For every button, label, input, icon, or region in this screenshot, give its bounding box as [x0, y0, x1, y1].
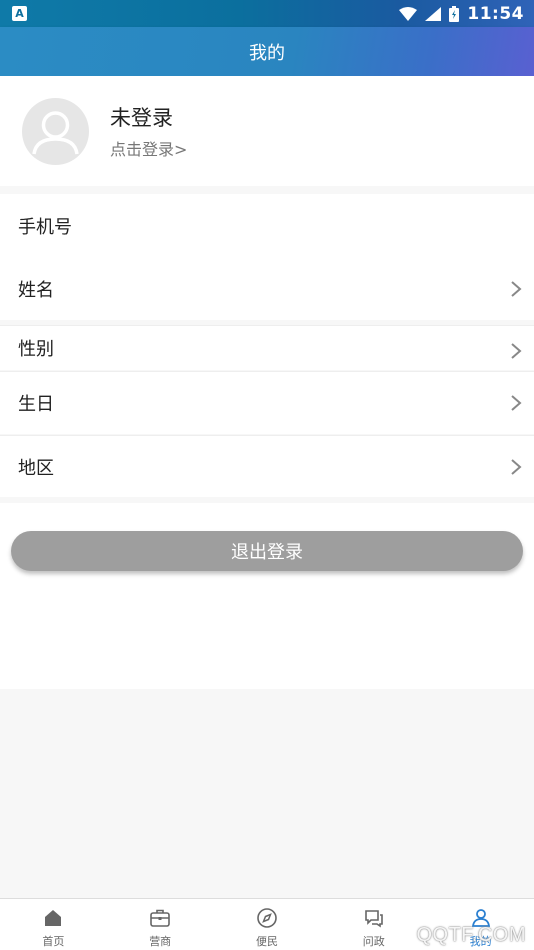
status-icons: 11:54: [399, 4, 524, 24]
battery-icon: [449, 5, 460, 22]
chat-icon: [364, 910, 383, 928]
name-row[interactable]: 姓名: [0, 258, 534, 320]
watermark: QQTF.COM: [416, 924, 526, 946]
clock: 11:54: [467, 3, 524, 24]
tab-label: 营商: [149, 935, 172, 948]
default-avatar-icon: [32, 111, 79, 155]
chevron-right-icon: [511, 458, 522, 475]
phone-row: 手机号: [0, 194, 534, 258]
tab-inquiry[interactable]: 问政: [320, 899, 427, 950]
login-link[interactable]: 点击登录>: [110, 136, 187, 160]
phone-label: 手机号: [18, 217, 72, 238]
logout-button[interactable]: 退出登录: [11, 531, 523, 571]
briefcase-icon: [150, 909, 170, 927]
app-notification-icon: A: [12, 6, 27, 21]
region-row[interactable]: 地区: [0, 435, 534, 497]
page-header: 我的: [0, 27, 534, 76]
chevron-right-icon: [511, 281, 522, 297]
tab-services[interactable]: 便民: [214, 899, 321, 950]
avatar[interactable]: [22, 98, 89, 165]
wifi-icon: [399, 6, 418, 21]
username: 未登录: [110, 106, 173, 130]
tab-home[interactable]: 首页: [0, 899, 107, 950]
chevron-right-icon: [511, 343, 522, 359]
tab-label: 首页: [42, 935, 65, 948]
chevron-right-icon: [511, 395, 522, 411]
home-icon: [45, 910, 62, 926]
profile-card[interactable]: 未登录 点击登录>: [0, 76, 534, 186]
tab-business[interactable]: 营商: [107, 899, 214, 950]
status-bar: A 11:54: [0, 0, 534, 27]
tab-label: 问政: [362, 935, 385, 948]
tab-label: 便民: [255, 935, 278, 948]
name-label: 姓名: [18, 280, 54, 301]
gender-row[interactable]: 性别: [0, 325, 534, 370]
compass-icon: [257, 908, 277, 928]
region-label: 地区: [18, 457, 54, 479]
birthday-row[interactable]: 生日: [0, 371, 534, 434]
birthday-label: 生日: [18, 394, 54, 415]
page-title: 我的: [249, 42, 285, 64]
gender-label: 性别: [18, 339, 54, 360]
signal-icon: [425, 6, 442, 21]
